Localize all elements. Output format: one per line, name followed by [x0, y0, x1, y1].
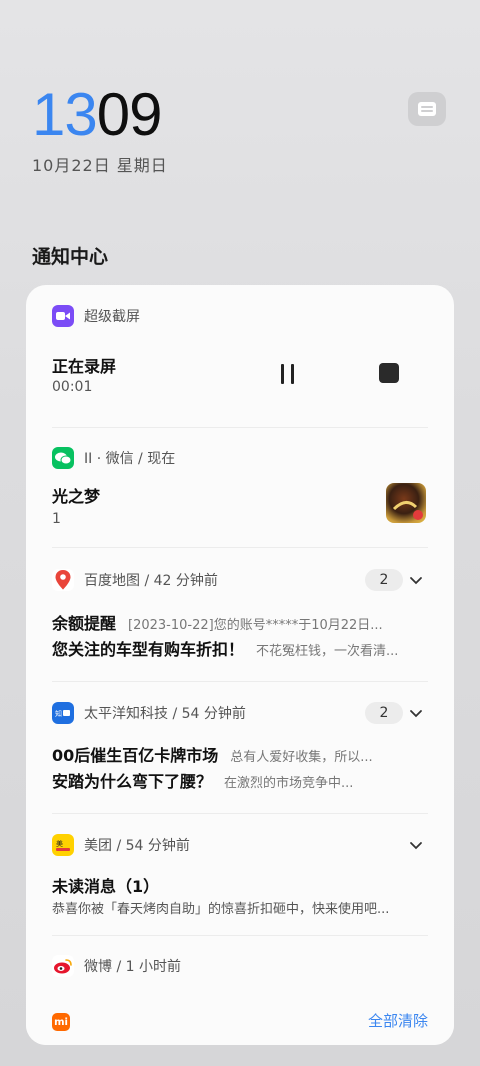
- wechat-app: II · 微信 / 现在: [84, 451, 176, 467]
- svg-text:美: 美: [56, 839, 63, 848]
- item-preview: 总有人爱好收集，所以...: [230, 750, 373, 765]
- stop-button[interactable]: [378, 362, 402, 386]
- divider: [52, 547, 428, 548]
- baidu-map-header: 百度地图 / 42 分钟前: [52, 569, 218, 591]
- avatar-image-icon: [392, 501, 423, 520]
- chevron-down-icon[interactable]: [409, 839, 423, 853]
- contact-avatar[interactable]: [386, 483, 426, 523]
- divider: [52, 813, 428, 814]
- meituan-app: 美团 / 54 分钟前: [84, 838, 190, 854]
- video-camera-icon: [52, 305, 74, 327]
- weibo-icon: [52, 955, 74, 977]
- divider: [52, 935, 428, 936]
- pconline-icon: 知: [52, 702, 74, 724]
- weibo-app: 微博 / 1 小时前: [84, 959, 181, 975]
- baidu-map-item[interactable]: 您关注的车型有购车折扣！ 不花冤枉钱，一次看清...: [52, 636, 422, 660]
- pconline-app: 太平洋知科技 / 54 分钟前: [84, 706, 246, 722]
- item-preview: [2023-10-22]您的账号*****于10月22日...: [128, 618, 383, 633]
- svg-text:知: 知: [55, 709, 62, 718]
- item-title: 您关注的车型有购车折扣！: [52, 640, 245, 659]
- wechat-icon: [52, 447, 74, 469]
- chevron-down-icon[interactable]: [409, 574, 423, 588]
- baidu-map-item[interactable]: 余额提醒 [2023-10-22]您的账号*****于10月22日...: [52, 610, 422, 634]
- baidu-map-icon: [52, 569, 74, 591]
- divider: [52, 427, 428, 428]
- screen-record-elapsed: 00:01: [52, 379, 93, 395]
- meituan-icon: 美: [52, 834, 74, 856]
- screen-record-app: 超级截屏: [84, 309, 140, 325]
- lock-clock: 1309: [32, 80, 162, 150]
- weibo-header: 微博 / 1 小时前: [52, 955, 181, 977]
- notification-settings-button[interactable]: [408, 92, 446, 126]
- chevron-down-icon[interactable]: [409, 707, 423, 721]
- notification-toggle-icon: [418, 102, 436, 116]
- screen-record-title: 正在录屏: [52, 357, 117, 376]
- meituan-title: 未读消息（1）: [52, 877, 160, 896]
- baidu-map-app: 百度地图 / 42 分钟前: [84, 573, 218, 589]
- date-label: 10月22日 星期日: [32, 156, 168, 175]
- item-title: 00后催生百亿卡牌市场: [52, 746, 219, 765]
- item-title: 安踏为什么弯下了腰？: [52, 772, 213, 791]
- pconline-count-badge[interactable]: 2: [365, 702, 403, 724]
- clear-all-button[interactable]: 全部清除: [368, 1010, 428, 1031]
- clock-hour: 13: [32, 81, 98, 148]
- pause-button[interactable]: [276, 361, 300, 387]
- baidu-map-count-badge[interactable]: 2: [365, 569, 403, 591]
- clock-minute: 09: [96, 81, 163, 148]
- item-preview: 在激烈的市场竞争中...: [224, 776, 354, 791]
- pconline-item[interactable]: 00后催生百亿卡牌市场 总有人爱好收集，所以...: [52, 742, 422, 766]
- wechat-title: 光之梦: [52, 487, 101, 506]
- notification-center-title: 通知中心: [32, 246, 109, 268]
- divider: [52, 681, 428, 682]
- notification-card: 超级截屏 正在录屏 00:01 II · 微信 / 现在 光之梦 1 百度地图 …: [26, 285, 454, 1045]
- pconline-item[interactable]: 安踏为什么弯下了腰？ 在激烈的市场竞争中...: [52, 768, 422, 792]
- pconline-header: 知 太平洋知科技 / 54 分钟前: [52, 702, 246, 724]
- item-preview: 不花冤枉钱，一次看清...: [256, 644, 399, 659]
- meituan-body: 恭喜你被「春天烤肉自助」的惊喜折扣砸中，快来使用吧...: [52, 902, 390, 917]
- meituan-header: 美 美团 / 54 分钟前: [52, 834, 190, 856]
- item-title: 余额提醒: [52, 614, 117, 633]
- mi-logo: mi: [52, 1013, 70, 1031]
- pause-icon: [281, 364, 294, 384]
- screen-record-header: 超级截屏: [52, 305, 140, 327]
- wechat-header: II · 微信 / 现在: [52, 447, 175, 469]
- wechat-body: 1: [52, 511, 61, 527]
- stop-icon: [379, 363, 399, 383]
